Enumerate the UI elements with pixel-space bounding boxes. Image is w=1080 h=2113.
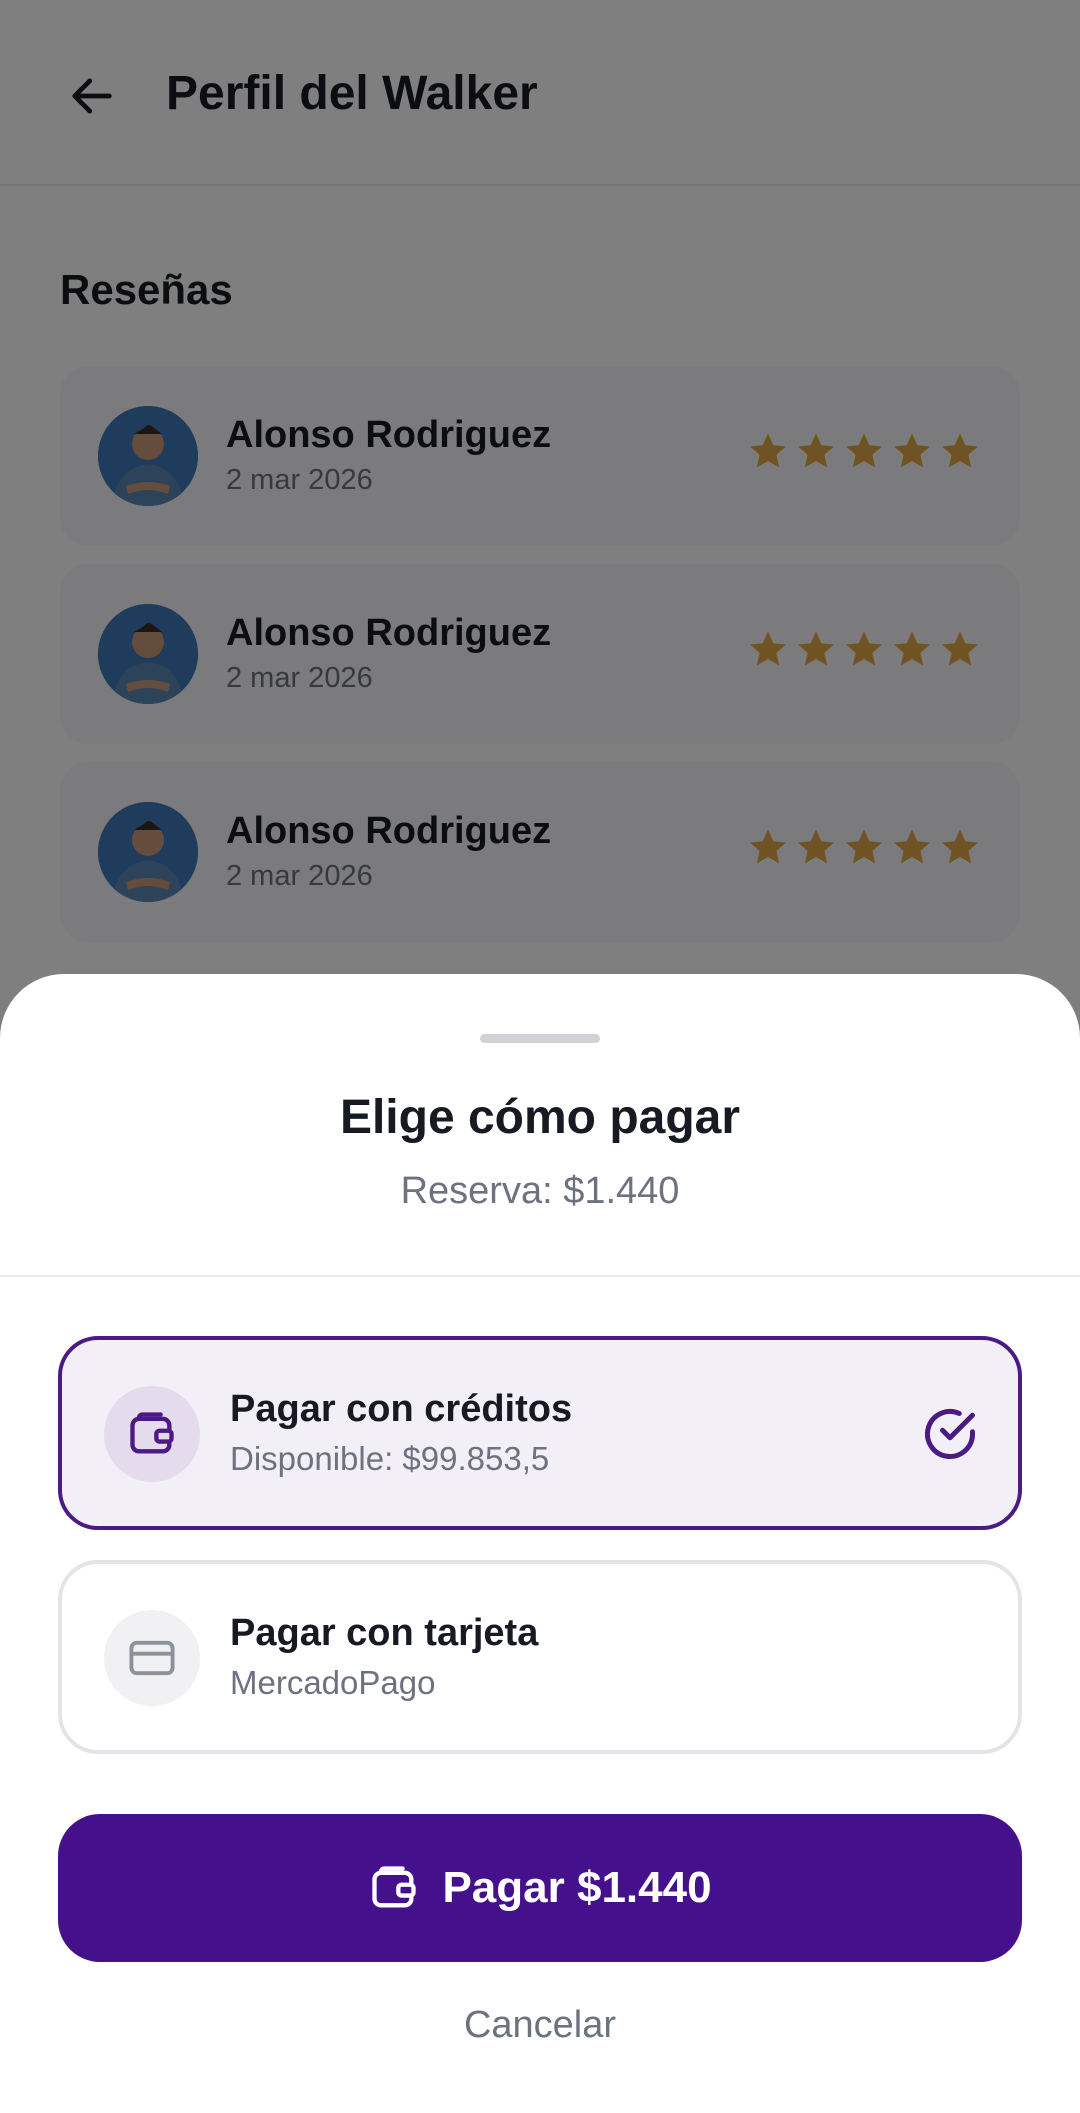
cancel-button[interactable]: Cancelar	[340, 1990, 740, 2060]
pay-button-label: Pagar $1.440	[442, 1863, 712, 1912]
sheet-drag-handle[interactable]	[480, 1034, 600, 1043]
payment-bottom-sheet: Elige cómo pagar Reserva: $1.440 Pagar c…	[0, 974, 1080, 2113]
wallet-icon	[372, 1866, 417, 1908]
check-circle-icon	[925, 1409, 975, 1459]
option-provider: MercadoPago	[230, 1664, 436, 1701]
option-label: Pagar con tarjeta	[230, 1612, 539, 1654]
credit-card-icon	[104, 1610, 200, 1706]
wallet-icon	[104, 1386, 200, 1482]
available-balance: Disponible: $99.853,5	[230, 1440, 550, 1477]
sheet-title: Elige cómo pagar	[339, 1091, 741, 1144]
pay-with-credits-option[interactable]: Pagar con créditos Disponible: $99.853,5	[58, 1336, 1022, 1530]
sheet-subtitle: Reserva: $1.440	[400, 1170, 680, 1212]
divider	[0, 1275, 1080, 1277]
pay-with-card-option[interactable]: Pagar con tarjeta MercadoPago	[58, 1560, 1022, 1754]
pay-button[interactable]: Pagar $1.440	[58, 1814, 1022, 1962]
option-label: Pagar con créditos	[230, 1388, 573, 1430]
